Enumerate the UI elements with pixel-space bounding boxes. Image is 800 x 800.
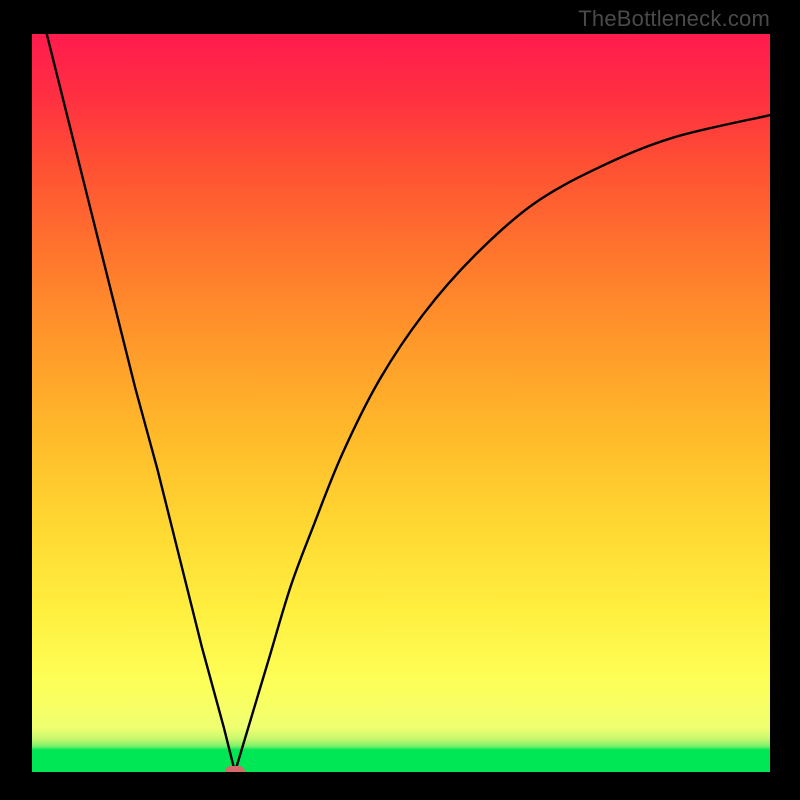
- plot-area: [32, 34, 770, 772]
- bottleneck-point-marker: [225, 766, 245, 772]
- chart-frame: TheBottleneck.com: [0, 0, 800, 800]
- chart-svg: [32, 34, 770, 772]
- bottleneck-point: [225, 766, 245, 772]
- gradient-background: [32, 34, 770, 772]
- watermark-label: TheBottleneck.com: [578, 6, 770, 32]
